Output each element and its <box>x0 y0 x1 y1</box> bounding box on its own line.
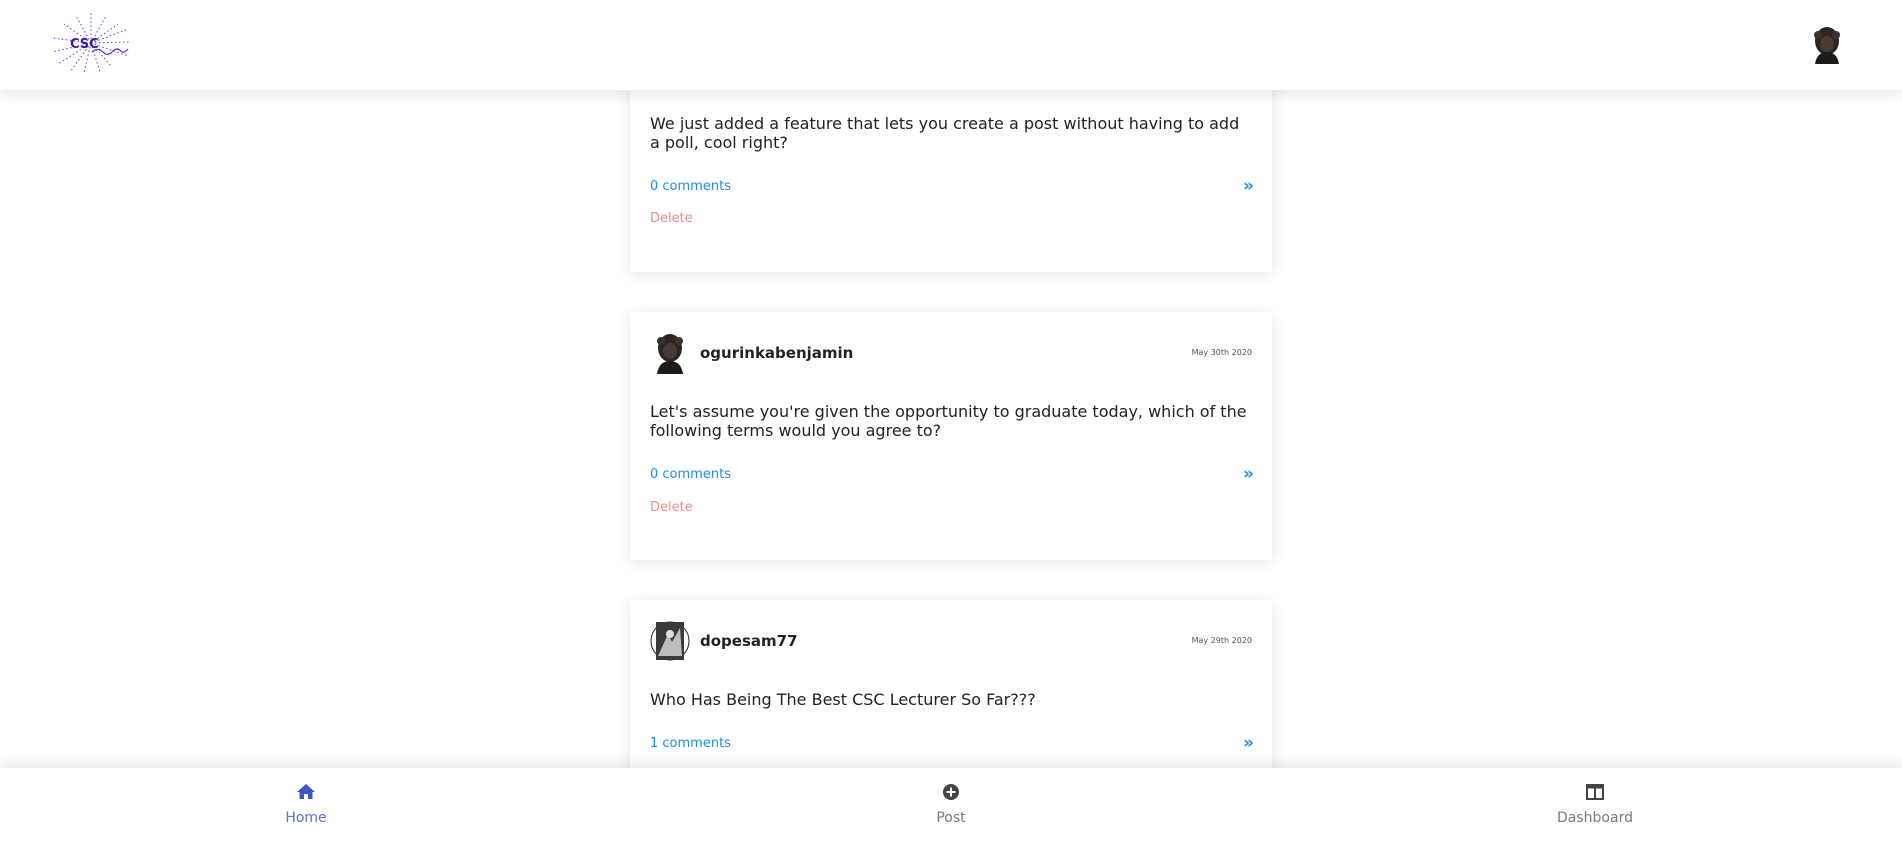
post-feed: We just added a feature that lets you cr… <box>630 0 1272 848</box>
nav-home-label: Home <box>285 810 327 826</box>
logo-graphic: CSC <box>51 13 131 74</box>
post-header: ogurinkabenjamin May 30th 2020 <box>650 332 1252 374</box>
author-avatar[interactable] <box>650 332 690 374</box>
post-body: We just added a feature that lets you cr… <box>650 114 1240 152</box>
nav-dashboard-label: Dashboard <box>1557 810 1633 826</box>
comments-link[interactable]: 1 comments <box>650 736 731 751</box>
nav-post-label: Post <box>936 810 966 826</box>
post-date: May 30th 2020 <box>1191 348 1252 357</box>
app-page: CSC We just added a feature that lets yo… <box>0 0 1902 848</box>
open-post-chevron-icon[interactable]: » <box>1243 733 1254 753</box>
open-post-chevron-icon[interactable]: » <box>1243 464 1254 484</box>
post-header: dopesam77 May 29th 2020 <box>650 620 1252 662</box>
delete-button[interactable]: Delete <box>650 500 693 515</box>
post-body: Let's assume you're given the opportunit… <box>650 402 1247 440</box>
author-username[interactable]: ogurinkabenjamin <box>700 344 853 362</box>
csc-logo[interactable]: CSC <box>48 12 134 74</box>
nav-home[interactable]: Home <box>246 782 366 838</box>
plus-circle-icon <box>943 784 959 800</box>
user-avatar[interactable] <box>1812 26 1842 64</box>
post-card: ogurinkabenjamin May 30th 2020 Let's ass… <box>630 312 1272 560</box>
post-body: Who Has Being The Best CSC Lecturer So F… <box>650 690 1036 709</box>
dashboard-icon <box>1586 784 1604 800</box>
nav-post[interactable]: Post <box>891 782 1011 838</box>
post-date: May 29th 2020 <box>1191 636 1252 645</box>
author-username[interactable]: dopesam77 <box>700 632 798 650</box>
open-post-chevron-icon[interactable]: » <box>1243 176 1254 196</box>
logo-text: CSC <box>70 37 99 52</box>
comments-link[interactable]: 0 comments <box>650 179 731 194</box>
nav-dashboard[interactable]: Dashboard <box>1535 782 1655 838</box>
bottom-nav: Home Post Dashboard <box>0 768 1902 848</box>
delete-button[interactable]: Delete <box>650 211 693 226</box>
top-header: CSC <box>0 0 1902 90</box>
author-avatar[interactable] <box>650 620 690 662</box>
home-icon <box>297 784 315 799</box>
comments-link[interactable]: 0 comments <box>650 467 731 482</box>
